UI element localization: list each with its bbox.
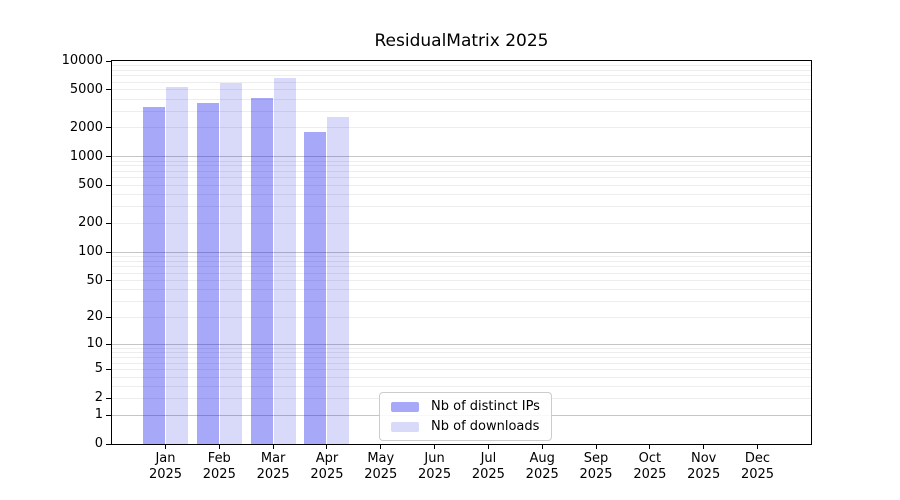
x-tick-mark bbox=[649, 445, 651, 449]
x-tick-month: Jan bbox=[155, 451, 176, 466]
x-tick-year: 2025 bbox=[364, 467, 398, 482]
x-tick-mark bbox=[703, 445, 705, 449]
x-tick-month: May bbox=[367, 451, 395, 466]
y-tick-label: 200 bbox=[78, 215, 103, 231]
legend-label-distinct-ips: Nb of distinct IPs bbox=[431, 399, 540, 414]
x-tick-month: Mar bbox=[260, 451, 286, 466]
y-tick-mark bbox=[106, 414, 111, 416]
x-tick-year: 2025 bbox=[579, 467, 613, 482]
x-tick-label: Aug 2025 bbox=[514, 451, 570, 483]
y-tick-mark bbox=[106, 156, 111, 158]
y-tick-label: 500 bbox=[78, 177, 103, 193]
x-tick-month: Oct bbox=[638, 451, 662, 466]
y-tick-label: 0 bbox=[94, 436, 103, 451]
figure: ResidualMatrix 2025 0 1 2 5 10 20 50 100 200 500 1… bbox=[0, 0, 900, 500]
x-tick-year: 2025 bbox=[418, 467, 452, 482]
x-tick-month: Jul bbox=[480, 451, 497, 466]
x-tick-label: Jan 2025 bbox=[138, 451, 194, 483]
y-tick-label: 1 bbox=[94, 407, 103, 423]
y-tick-mark bbox=[106, 316, 111, 318]
x-tick-mark bbox=[487, 445, 489, 449]
x-tick-mark bbox=[757, 445, 758, 449]
x-tick-label: Sep 2025 bbox=[568, 451, 624, 483]
plot-area: 0 1 2 5 10 20 50 100 200 500 1000 2000 5000 10000 Jan… bbox=[62, 53, 812, 482]
x-tick-label: Apr 2025 bbox=[299, 451, 355, 483]
x-tick-month: Jun bbox=[424, 451, 445, 466]
legend-swatch-downloads bbox=[391, 421, 419, 432]
y-tick-mark bbox=[106, 251, 111, 253]
y-tick-label: 10000 bbox=[61, 53, 103, 68]
legend-item-downloads: Nb of downloads bbox=[391, 419, 540, 434]
x-tick-month: Dec bbox=[744, 451, 771, 466]
x-tick-label: Nov 2025 bbox=[676, 451, 732, 483]
y-tick-label: 2000 bbox=[69, 119, 103, 135]
y-tick-mark bbox=[106, 127, 111, 129]
x-tick-month: Aug bbox=[529, 451, 555, 466]
x-tick-year: 2025 bbox=[310, 467, 344, 482]
x-tick-label: Dec 2025 bbox=[730, 451, 786, 483]
y-tick-mark bbox=[106, 397, 111, 399]
y-tick-label: 5 bbox=[94, 361, 103, 377]
y-tick-mark bbox=[106, 89, 111, 91]
y-tick-label: 10 bbox=[86, 336, 103, 352]
y-tick-label: 5000 bbox=[69, 81, 103, 97]
y-tick-label: 100 bbox=[78, 244, 103, 260]
x-tick-year: 2025 bbox=[633, 467, 667, 482]
x-tick-label: May 2025 bbox=[353, 451, 409, 483]
y-tick-mark bbox=[106, 280, 111, 281]
x-tick-year: 2025 bbox=[202, 467, 236, 482]
y-tick-mark bbox=[106, 343, 111, 345]
x-tick-mark bbox=[326, 445, 328, 449]
y-tick-label: 1000 bbox=[69, 148, 103, 164]
y-tick-mark bbox=[106, 443, 111, 445]
y-tick-mark bbox=[106, 368, 111, 370]
legend: Nb of distinct IPs Nb of downloads bbox=[379, 392, 552, 441]
x-axis-layer: Jan 2025 Feb 2025 Mar 2025 Apr 2025 May 2025 Jun 20… bbox=[112, 61, 811, 482]
x-tick-year: 2025 bbox=[525, 467, 559, 482]
x-tick-year: 2025 bbox=[740, 467, 775, 482]
y-tick-label: 20 bbox=[86, 309, 103, 325]
y-tick-mark bbox=[106, 222, 111, 224]
x-tick-label: Oct 2025 bbox=[622, 451, 678, 483]
y-tick-mark bbox=[106, 60, 111, 62]
x-tick-label: Jul 2025 bbox=[460, 451, 516, 483]
x-tick-mark bbox=[595, 445, 597, 449]
x-tick-mark bbox=[165, 445, 166, 449]
x-tick-mark bbox=[272, 445, 274, 449]
x-tick-mark bbox=[434, 445, 436, 449]
y-tick-mark bbox=[106, 184, 111, 186]
x-tick-label: Mar 2025 bbox=[245, 451, 301, 483]
x-tick-label: Jun 2025 bbox=[407, 451, 463, 483]
x-tick-year: 2025 bbox=[148, 467, 183, 482]
x-tick-mark bbox=[541, 445, 543, 449]
legend-swatch-distinct-ips bbox=[391, 401, 419, 412]
x-tick-year: 2025 bbox=[256, 467, 290, 482]
legend-label-downloads: Nb of downloads bbox=[431, 419, 540, 434]
x-tick-month: Apr bbox=[315, 451, 339, 466]
y-tick-label: 2 bbox=[94, 390, 103, 406]
x-tick-year: 2025 bbox=[471, 467, 505, 482]
x-tick-month: Nov bbox=[690, 451, 717, 466]
x-tick-month: Feb bbox=[207, 451, 231, 466]
x-tick-mark bbox=[380, 445, 382, 449]
x-tick-mark bbox=[218, 445, 220, 449]
chart-title: ResidualMatrix 2025 bbox=[374, 31, 549, 51]
x-tick-year: 2025 bbox=[687, 467, 721, 482]
x-tick-month: Sep bbox=[583, 451, 609, 466]
y-tick-label: 50 bbox=[86, 272, 103, 288]
legend-item-distinct-ips: Nb of distinct IPs bbox=[391, 399, 540, 414]
x-tick-label: Feb 2025 bbox=[191, 451, 247, 483]
